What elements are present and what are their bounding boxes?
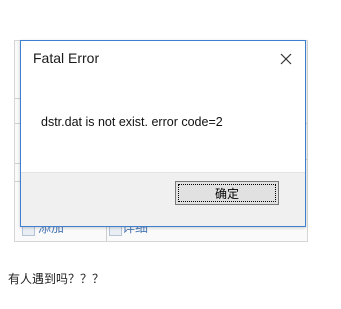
background-toolbar: 添加 详细 (14, 225, 306, 241)
ok-button[interactable]: 确定 (175, 181, 279, 205)
post-text: 有人遇到吗？？？ (8, 272, 105, 286)
toolbar-separator (106, 225, 107, 241)
dialog-title: Fatal Error (33, 50, 100, 66)
dialog-titlebar: Fatal Error (21, 41, 305, 77)
error-dialog: Fatal Error dstr.dat is not exist. error… (20, 40, 306, 227)
error-message: dstr.dat is not exist. error code=2 (41, 115, 223, 129)
close-icon (280, 53, 292, 65)
close-button[interactable] (275, 48, 297, 70)
dialog-footer: 确定 (21, 172, 305, 226)
